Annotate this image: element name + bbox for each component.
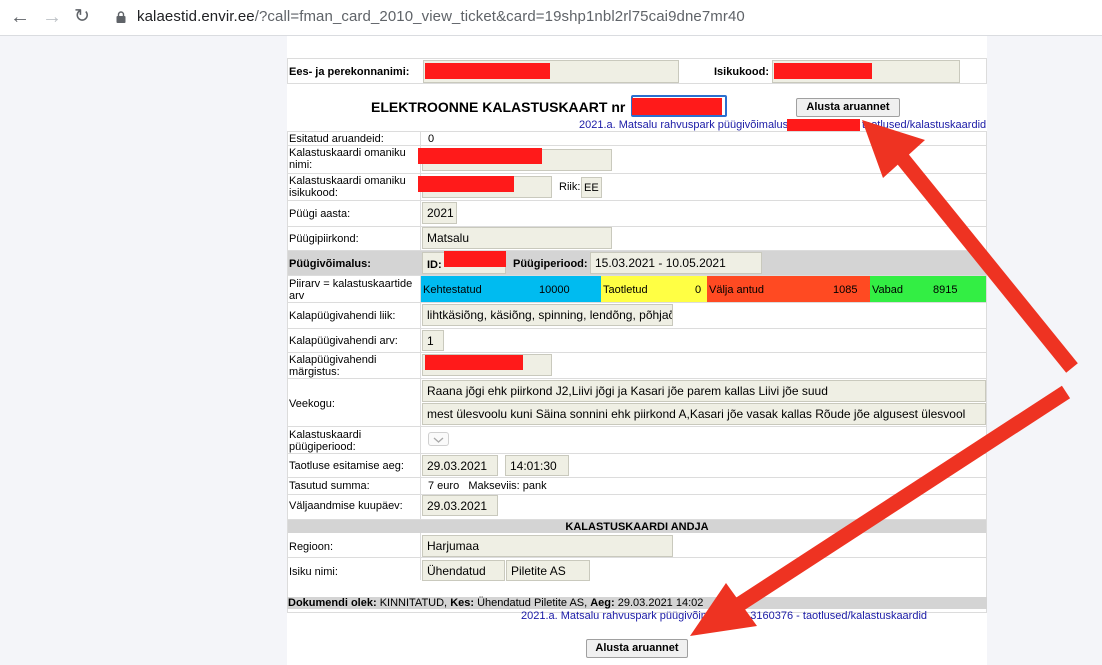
country-field: EE xyxy=(581,177,602,198)
issuer-region-label: Regioon: xyxy=(289,541,334,553)
start-report-button-bottom[interactable]: Alusta aruannet xyxy=(586,639,688,658)
gear-count-field: 1 xyxy=(422,330,444,351)
row-line xyxy=(287,173,987,174)
owner-id-label: Kalastuskaardi omaniku xyxy=(289,175,406,187)
row-line xyxy=(287,477,987,478)
row-line xyxy=(287,453,987,454)
opportunity-link-top-tail[interactable]: taotlused/kalastuskaardid xyxy=(862,119,986,131)
year-field: 2021 xyxy=(422,202,457,224)
url-path: /?call=fman_card_2010_view_ticket&card=1… xyxy=(254,8,745,25)
status-applied-value: 0 xyxy=(695,284,702,296)
period-field: 15.03.2021 - 10.05.2021 xyxy=(590,252,762,274)
doc-by-label: Kes: xyxy=(450,597,475,609)
submit-date-field: 29.03.2021 xyxy=(422,455,498,476)
limit-label: Piirarv = kalastuskaartide xyxy=(289,278,413,290)
water-field-1: Raana jõgi ehk piirkond J2,Liivi jõgi ja… xyxy=(422,380,986,402)
submit-label: Taotluse esitamise aeg: xyxy=(289,460,404,472)
row-line xyxy=(287,200,987,201)
document-status: Dokumendi olek: KINNITATUD, Kes: Ühendat… xyxy=(288,597,703,609)
row-line xyxy=(287,494,987,495)
doc-time-label: Aeg: xyxy=(590,597,615,609)
doc-state-value: KINNITATUD, xyxy=(379,597,448,609)
chevron-down-icon xyxy=(433,437,444,443)
issuer-region-field: Harjumaa xyxy=(422,535,673,557)
owner-name-label-2: nimi: xyxy=(289,159,313,171)
opportunity-link-top[interactable]: 2021.a. Matsalu rahvuspark püügivõimalus xyxy=(579,119,788,131)
gear-mark-label: Kalapüügivahendi xyxy=(289,354,377,366)
row-line xyxy=(287,328,987,329)
opportunity-label: Püügivõimalus: xyxy=(289,258,371,270)
paid-label: Tasutud summa: xyxy=(289,480,370,492)
gear-count-label: Kalapüügivahendi arv: xyxy=(289,335,398,347)
row-line xyxy=(287,426,987,427)
url-host: kalaestid.envir.ee xyxy=(137,8,255,25)
period-label: Püügiperiood: xyxy=(513,258,588,270)
status-valid-label: Kehtestatud xyxy=(423,284,482,296)
redaction-owner-name xyxy=(418,148,542,164)
year-label: Püügi aasta: xyxy=(289,208,351,220)
browser-toolbar: ← → ↻ kalaestid.envir.ee/?call=fman_card… xyxy=(0,0,1102,36)
paid-value: 7 euro Makseviis: pank xyxy=(428,480,547,492)
issuer-name-field-a: Ühendatud xyxy=(422,560,505,581)
opportunity-link-bottom[interactable]: 2021.a. Matsalu rahvuspark püügivõimalus… xyxy=(521,610,927,622)
card-period-label-2: püügiperiood: xyxy=(289,441,356,453)
owner-id-label-2: isikukood: xyxy=(289,187,338,199)
reports-label: Esitatud aruandeid: xyxy=(289,133,384,145)
issue-label: Väljaandmise kuupäev: xyxy=(289,500,403,512)
submit-time-field: 14:01:30 xyxy=(505,455,569,476)
status-free-label: Vabad xyxy=(872,284,903,296)
redaction-link-id xyxy=(787,119,860,131)
gear-mark-label-2: märgistus: xyxy=(289,366,340,378)
issuer-name-label: Isiku nimi: xyxy=(289,566,338,578)
reports-value: 0 xyxy=(428,133,435,145)
start-report-button-top[interactable]: Alusta aruannet xyxy=(796,98,900,117)
status-issued-value: 1085 xyxy=(833,284,858,296)
row-line xyxy=(287,557,987,558)
issue-date-field: 29.03.2021 xyxy=(422,495,498,516)
redaction-opportunity-id xyxy=(444,251,506,267)
gear-type-label: Kalapüügivahendi liik: xyxy=(289,310,396,322)
card-period-select[interactable] xyxy=(428,432,449,446)
name-label: Ees- ja perekonnanimi: xyxy=(289,66,410,78)
limit-label-2: arv xyxy=(289,290,305,302)
column-divider-issuer xyxy=(420,532,421,580)
owner-name-label: Kalastuskaardi omaniku xyxy=(289,147,406,159)
redaction-idcode xyxy=(774,63,872,79)
status-applied-label: Taotletud xyxy=(603,284,648,296)
water-field-2: mest ülesvoolu kuni Säina sonnini ehk pi… xyxy=(422,403,986,425)
region-field: Matsalu xyxy=(422,227,612,249)
card-period-label: Kalastuskaardi xyxy=(289,429,362,441)
row-line xyxy=(287,302,987,303)
redaction-name xyxy=(425,63,550,79)
status-valid-value: 10000 xyxy=(539,284,570,296)
row-line xyxy=(287,352,987,353)
opportunity-id-label: ID: xyxy=(427,259,442,271)
country-label: Riik: xyxy=(559,181,581,193)
doc-state-label: Dokumendi olek: xyxy=(288,597,377,609)
forward-arrow-icon[interactable]: → xyxy=(42,6,62,28)
redaction-card-number xyxy=(632,98,722,115)
water-label: Veekogu: xyxy=(289,398,335,410)
idcode-label: Isikukood: xyxy=(714,66,770,78)
gear-type-field: lihtkäsiõng, käsiõng, spinning, lendõng,… xyxy=(422,304,673,326)
row-line xyxy=(287,378,987,379)
redaction-owner-id xyxy=(418,176,514,192)
page-viewport: Ees- ja perekonnanimi: Isikukood: ELEKTR… xyxy=(0,36,1102,665)
status-issued-label: Välja antud xyxy=(709,284,765,296)
redaction-gear-mark xyxy=(425,355,523,370)
doc-by-value: Ühendatud Piletite AS, xyxy=(477,597,588,609)
row-line xyxy=(287,145,987,146)
address-bar[interactable]: kalaestid.envir.ee/?call=fman_card_2010_… xyxy=(137,8,745,25)
back-arrow-icon[interactable]: ← xyxy=(10,6,30,28)
region-label: Püügipiirkond: xyxy=(289,233,359,245)
page-title: ELEKTROONNE KALASTUSKAART nr xyxy=(371,99,626,115)
reload-icon[interactable]: ↻ xyxy=(74,6,90,28)
ticket-card: Ees- ja perekonnanimi: Isikukood: ELEKTR… xyxy=(287,36,987,665)
doc-time-value: 29.03.2021 14:02 xyxy=(617,597,704,609)
issuer-section-title: KALASTUSKAARDI ANDJA xyxy=(565,521,709,533)
issuer-name-field-b: Piletite AS xyxy=(506,560,590,581)
lock-icon xyxy=(116,11,126,23)
status-free-value: 8915 xyxy=(933,284,958,296)
row-line xyxy=(287,226,987,227)
